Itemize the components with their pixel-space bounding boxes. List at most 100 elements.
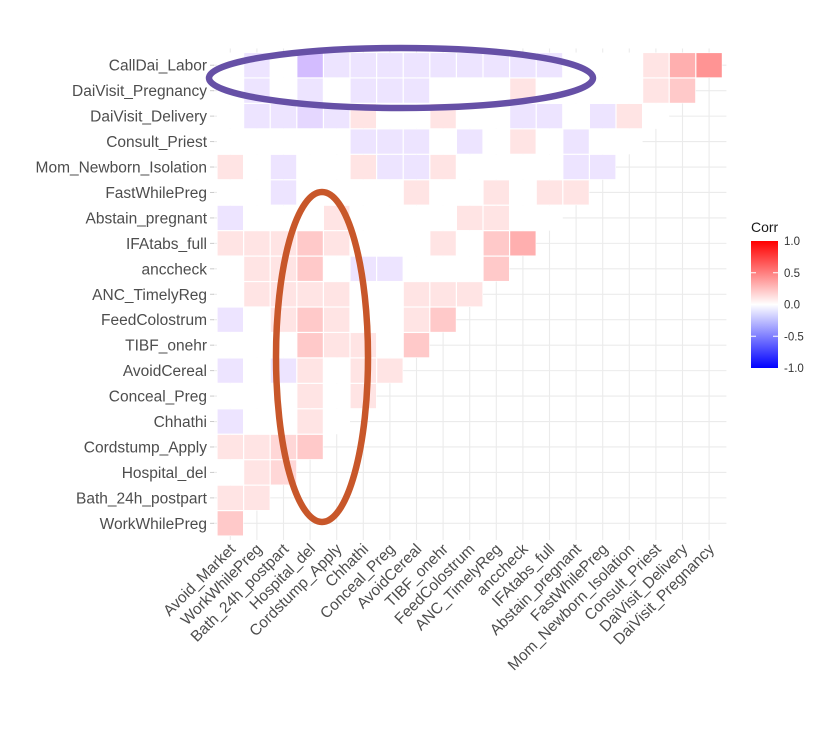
triangle-mask	[217, 205, 563, 231]
heatmap-cell	[403, 180, 430, 205]
heatmap-cell	[297, 282, 323, 307]
y-tick-label: Bath_24h_postpart	[76, 490, 208, 507]
heatmap-cell	[696, 53, 722, 78]
heatmap-cell	[403, 154, 430, 180]
heatmap-cell	[350, 129, 376, 154]
heatmap-cell	[244, 256, 270, 281]
heatmap-cell	[270, 104, 297, 129]
heatmap-cell	[324, 307, 350, 332]
legend: Corr 1.0 0.5 0.0 -0.5 -1.0	[751, 219, 804, 375]
heatmap-cell	[563, 129, 589, 154]
heatmap-cell	[297, 383, 323, 409]
heatmap-cell	[244, 104, 270, 129]
heatmap-cell	[324, 53, 350, 78]
heatmap-cell	[244, 485, 270, 510]
heatmap-cell	[510, 129, 536, 154]
y-tick-label: DaiVisit_Delivery	[90, 109, 207, 126]
heatmap-cell	[563, 180, 589, 205]
legend-tick-label: 1.0	[784, 236, 800, 248]
heatmap-cell	[377, 129, 403, 154]
y-tick-label: Conceal_Preg	[109, 389, 207, 406]
heatmap-cell	[669, 53, 696, 78]
heatmap-cell	[297, 78, 323, 103]
y-tick-label: ANC_TimelyReg	[92, 287, 207, 304]
heatmap-cell	[457, 53, 483, 78]
heatmap-cell	[536, 104, 563, 129]
y-tick-label: Consult_Priest	[106, 134, 207, 151]
heatmap-cell	[377, 78, 403, 103]
heatmap-cell	[483, 180, 509, 205]
y-tick-label: Chhathi	[154, 414, 207, 431]
heatmap-cell	[483, 231, 509, 256]
heatmap-cell	[324, 231, 350, 256]
heatmap-cell	[244, 434, 270, 460]
heatmap-cell	[270, 180, 297, 205]
heatmap-cell	[297, 358, 323, 383]
heatmap-cell	[510, 231, 536, 256]
heatmap-cell	[403, 53, 430, 78]
heatmap-cell	[377, 256, 403, 281]
triangle-mask	[217, 332, 430, 358]
y-tick-label: WorkWhilePreg	[100, 516, 207, 533]
y-axis-labels: CallDai_Labor DaiVisit_Pregnancy DaiVisit_…	[36, 58, 214, 533]
heatmap-cell	[536, 180, 563, 205]
legend-tick-label: -1.0	[784, 363, 804, 375]
heatmap-cell	[483, 256, 509, 281]
heatmap-cell	[403, 307, 430, 332]
heatmap-cell	[616, 104, 642, 129]
heatmap-cell	[297, 333, 323, 358]
heatmap-cell	[217, 409, 243, 434]
y-tick-label: IFAtabs_full	[126, 236, 207, 253]
heatmap-cell	[297, 231, 323, 256]
heatmap-cell	[483, 53, 509, 78]
heatmap-cell	[430, 154, 456, 180]
heatmap-cell	[457, 282, 483, 307]
heatmap-cell	[217, 485, 243, 510]
heatmap-cell	[377, 154, 403, 180]
legend-tick-label: 0.0	[784, 300, 800, 312]
y-tick-label: anccheck	[142, 261, 208, 278]
y-tick-label: AvoidCereal	[123, 363, 207, 380]
heatmap-cell	[297, 53, 323, 78]
heatmap-cell	[217, 511, 243, 536]
y-tick-label: DaiVisit_Pregnancy	[72, 83, 207, 100]
heatmap-cell	[377, 53, 403, 78]
heatmap-cell	[297, 256, 323, 281]
heatmap-cell	[430, 307, 456, 332]
heatmap-cell	[483, 205, 509, 231]
y-tick-label: TIBF_onehr	[125, 338, 207, 355]
x-axis-labels: Avoid_MarketWorkWhilePregBath_24h_postpa…	[160, 540, 718, 674]
heatmap-cell	[403, 282, 430, 307]
heatmap-cell	[350, 154, 376, 180]
heatmap-cell	[563, 154, 589, 180]
heatmap-cell	[217, 307, 243, 332]
legend-title: Corr	[751, 219, 779, 235]
y-tick-label: Mom_Newborn_Isolation	[36, 160, 207, 177]
legend-tick-label: 0.5	[784, 268, 800, 280]
heatmap-cell	[457, 129, 483, 154]
heatmap-cell	[430, 53, 456, 78]
heatmap-cell	[217, 231, 243, 256]
heatmap-cell	[510, 104, 536, 129]
heatmap-cell	[217, 154, 243, 180]
y-tick-label: FastWhilePreg	[105, 185, 207, 202]
heatmap-cell	[403, 78, 430, 103]
heatmap-cell	[403, 333, 430, 358]
heatmap-cell	[324, 282, 350, 307]
y-tick-label: Cordstump_Apply	[84, 439, 207, 456]
heatmap-cell	[350, 53, 376, 78]
heatmap-cell	[244, 231, 270, 256]
heatmap-cell	[217, 205, 243, 231]
heatmap-cell	[430, 282, 456, 307]
y-tick-label: FeedColostrum	[101, 312, 207, 329]
heatmap-cell	[244, 460, 270, 485]
heatmap-cell	[350, 78, 376, 103]
heatmap-cell	[669, 78, 696, 103]
heatmap-cell	[217, 358, 243, 383]
correlation-heatmap: CallDai_Labor DaiVisit_Pregnancy DaiVisit_…	[36, 44, 804, 674]
heatmap-cell	[244, 282, 270, 307]
legend-tick-label: -0.5	[784, 331, 804, 343]
heatmap-cell	[590, 154, 616, 180]
heatmap-cell	[350, 358, 376, 383]
heatmap-cell	[217, 434, 243, 460]
